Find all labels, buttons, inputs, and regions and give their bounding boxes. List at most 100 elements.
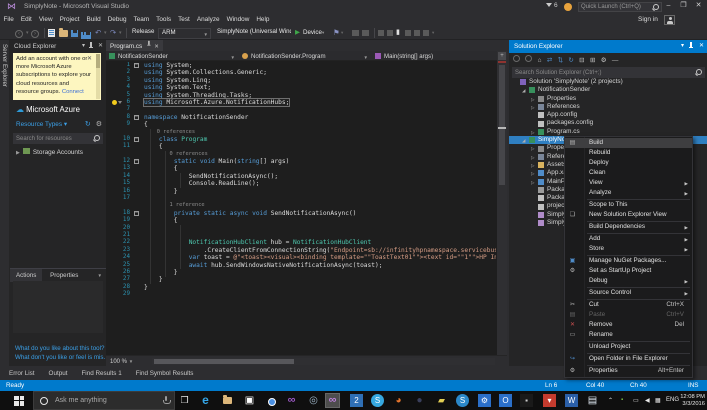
redo-icon[interactable]: ↷ [110,28,116,38]
show-all-files-icon[interactable]: ⊞ [590,57,595,64]
refresh-icon[interactable]: ↻ [568,57,573,64]
feedback-like-link[interactable]: What do you like about this tool? [15,345,105,353]
type-dropdown[interactable]: NotificationSender.Program▼ [239,51,372,61]
microphone-icon[interactable] [165,396,168,401]
visual-studio-active-icon[interactable]: ∞ [326,394,339,407]
pin-icon[interactable] [147,41,151,47]
menu-test[interactable]: Test [175,13,194,26]
navigate-back-icon[interactable]: ‹ [15,28,23,38]
navigate-forward-icon[interactable]: › [31,28,39,38]
settings-gear-icon[interactable]: ⚙ [96,120,102,129]
context-menu-rename[interactable]: Rename▭ [565,330,692,340]
menu-window[interactable]: Window [223,13,253,26]
bottom-tab-find-symbol-results[interactable]: Find Symbol Results [131,366,199,378]
back-icon[interactable] [513,55,520,62]
bottom-tab-error-list[interactable]: Error List [4,366,40,378]
configuration-dropdown[interactable]: Release▼ [129,28,156,39]
settings-gear-icon[interactable]: ⚙ [478,394,491,407]
context-menu-rebuild[interactable]: Rebuild [565,148,692,158]
context-menu-build[interactable]: Build▤ [565,138,692,148]
context-menu-add[interactable]: Add▶ [565,234,692,244]
context-menu-open-folder-in-file-explorer[interactable]: Open Folder in File Explorer↪ [565,354,692,364]
context-menu-new-solution-explorer-view[interactable]: New Solution Explorer View❏ [565,210,692,220]
menu-debug[interactable]: Debug [104,13,130,26]
context-menu-source-control[interactable]: Source Control▶ [565,288,692,298]
context-menu-analyze[interactable]: Analyze▶ [565,188,692,198]
tree-item-packages-config[interactable]: packages.config [509,119,707,127]
feedback-dislike-link[interactable]: What don't you like or feel is mis... [15,354,105,362]
context-menu-view[interactable]: View▶ [565,178,692,188]
visual-studio-icon[interactable]: ∞ [285,394,298,407]
edge-icon[interactable]: e [199,394,212,407]
tray-monitor-icon[interactable]: ▭ [633,397,639,404]
preview-icon[interactable]: — [612,57,619,64]
menu-build[interactable]: Build [83,13,104,26]
app-dark-icon[interactable]: ● [413,394,426,407]
store-icon[interactable]: ▣ [243,394,256,407]
resource-search-input[interactable]: Search for resources [13,133,103,144]
firefox-icon[interactable]: ◕ [392,394,405,407]
context-menu-remove[interactable]: Remove✕Del [565,320,692,330]
member-dropdown[interactable]: Main(string[] args)▼ [372,51,505,61]
tree-item-solution-simplynote-2-projects[interactable]: Solution 'SimplyNote' (2 projects) [509,78,707,86]
context-menu-properties[interactable]: Properties⚙Alt+Enter [565,366,692,376]
start-debug-icon[interactable]: ▶ [295,28,300,38]
solution-search-input[interactable]: Search Solution Explorer (Ctrl+;) [512,67,705,78]
close-icon[interactable]: ✕ [98,42,103,51]
outlook-icon[interactable]: O [499,394,512,407]
app-2-icon[interactable]: 2 [350,394,363,407]
file-explorer-icon[interactable] [221,394,234,407]
menu-help[interactable]: Help [253,13,273,26]
window-menu-icon[interactable]: ▾ [82,42,85,51]
split-plus-icon[interactable]: + [498,52,506,60]
scrollbar-thumb[interactable] [154,359,294,364]
forward-icon[interactable] [525,55,532,62]
context-menu-debug[interactable]: Debug▶ [565,276,692,286]
terminal-icon[interactable]: ▪ [520,394,533,407]
tree-item-references[interactable]: ▷References [509,103,707,111]
tree-item-notificationsender[interactable]: ◢NotificationSender [509,86,707,94]
code-area[interactable]: 1–using System;2using System.Collections… [106,62,496,355]
save-icon[interactable] [71,30,78,40]
storage-accounts-item[interactable]: ▶Storage Accounts [10,147,106,158]
restore-button[interactable]: ❐ [677,0,690,11]
tree-item-program-cs[interactable]: ▷Program.cs [509,128,707,136]
connect-link[interactable]: Connect [62,89,84,95]
skype-icon[interactable]: S [371,394,384,407]
menu-team[interactable]: Team [130,13,153,26]
context-menu-build-dependencies[interactable]: Build Dependencies▶ [565,222,692,232]
context-menu-deploy[interactable]: Deploy [565,158,692,168]
menu-file[interactable]: File [0,13,17,26]
close-icon[interactable]: ✕ [87,55,92,63]
pin-icon[interactable] [689,42,694,54]
server-explorer-tab[interactable]: Server Explorer [0,40,10,366]
attach-icon[interactable]: ⚑ [333,28,340,38]
sync-icon[interactable]: ⇅ [558,57,563,64]
tree-item-app-config[interactable]: App.config [509,111,707,119]
platform-dropdown[interactable]: ARM▼ [158,28,211,39]
tab-program-cs[interactable]: Program.cs✕ [106,40,163,51]
word-icon[interactable]: W [565,394,578,407]
save-all-icon[interactable] [81,30,91,40]
red-app-icon[interactable]: ▾ [543,394,556,407]
refresh-icon[interactable]: ↻ [85,120,91,129]
note-scrollbar[interactable] [96,54,100,99]
collapse-all-icon[interactable]: ⊟ [579,57,584,64]
notifications-icon[interactable]: 6 [546,2,558,9]
menu-edit[interactable]: Edit [17,13,35,26]
cortana-search-box[interactable]: Ask me anything [33,391,175,410]
sticky-notes-icon[interactable]: ▰ [435,394,448,407]
tray-green-icon[interactable]: ▪ [621,397,623,403]
menu-analyze[interactable]: Analyze [193,13,223,26]
tray-chevron-icon[interactable]: ⌃ [608,397,613,404]
bookmark-icon[interactable]: ▮ [396,28,400,38]
window-menu-icon[interactable]: ▾ [681,42,684,51]
bottom-tab-output[interactable]: Output [44,366,73,378]
editor-vertical-scrollbar[interactable]: + [497,51,507,355]
context-menu-unload-project[interactable]: Unload Project [565,342,692,352]
user-avatar-icon[interactable] [664,15,675,25]
close-button[interactable]: ✕ [692,0,705,11]
context-menu-cut[interactable]: Cut✂Ctrl+X [565,300,692,310]
tray-speaker-icon[interactable]: ◀ [645,397,650,404]
start-button[interactable] [14,396,25,407]
